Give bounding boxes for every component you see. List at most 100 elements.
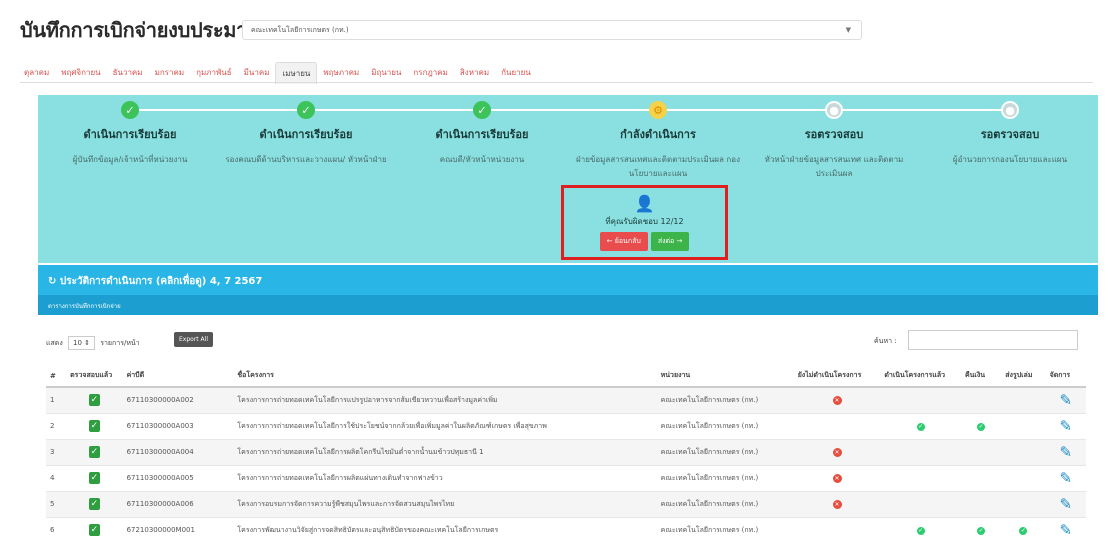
refund-cell <box>960 490 1002 517</box>
column-header[interactable]: คืนเงิน <box>960 365 1002 388</box>
report-cell: ✓ <box>1001 516 1046 543</box>
project-code: 67110300000A004 <box>122 438 234 465</box>
manage-cell[interactable]: ✎ <box>1045 490 1086 517</box>
department-select[interactable]: คณะเทคโนโลยีการเกษตร (กท.) ▼ <box>242 20 862 40</box>
tab-month[interactable]: กันยายน <box>495 62 537 84</box>
step-description: คณบดี/หัวหน้าหน่วยงาน <box>439 155 525 164</box>
tab-month[interactable]: มิถุนายน <box>365 62 407 84</box>
times-circle-icon: ✕ <box>832 499 842 509</box>
tab-month[interactable]: เมษายน <box>275 62 318 84</box>
tab-month[interactable]: สิงหาคม <box>454 62 495 84</box>
edit-icon[interactable]: ✎ <box>1060 521 1073 539</box>
verified-check-icon: ✓ <box>88 472 100 484</box>
show-label: แสดง <box>46 339 63 347</box>
table-row: 3 ✓ 67110300000A004 โครงการการถ่ายทอดเทคโนโ… <box>46 438 1086 465</box>
step-title: ดำเนินการเรียบร้อย <box>435 128 529 141</box>
not-started-cell: ✕ <box>793 490 881 517</box>
assignment-text: ที่คุณรับผิดชอบ 12/12 <box>605 217 684 226</box>
workflow-step: ● รอตรวจสอบ ผู้อำนวยการกองนโยบายและแผน <box>922 101 1098 167</box>
tab-month[interactable]: กุมภาพันธ์ <box>190 62 238 84</box>
done-cell <box>880 464 961 491</box>
title-row: บันทึกการเบิกจ่ายงบประมาณ <box>20 14 266 46</box>
history-icon: ↻ <box>48 276 57 287</box>
column-header[interactable]: หน่วยงาน <box>656 365 794 388</box>
column-header[interactable]: ค่าบีดี <box>122 365 234 388</box>
done-cell: ✓ <box>880 516 961 543</box>
next-button[interactable]: ส่งต่อ → <box>650 232 690 251</box>
tab-month[interactable]: พฤศจิกายน <box>55 62 106 84</box>
page-size-select[interactable]: 10 ⇕ <box>67 336 95 350</box>
column-header[interactable]: ชื่อโครงการ <box>233 365 657 388</box>
check-circle-icon: ✓ <box>473 101 491 119</box>
times-circle-icon: ✕ <box>832 395 842 405</box>
manage-cell[interactable]: ✎ <box>1045 516 1086 543</box>
check-circle-icon: ✓ <box>977 526 986 535</box>
table-row: 5 ✓ 67110300000A006 โครงการอบรมการจัดการควา… <box>46 490 1086 517</box>
history-title: ประวัติการดำเนินการ (คลิกเพื่อดู) 4, 7 2… <box>59 276 263 287</box>
column-header[interactable]: # <box>46 365 67 388</box>
unit-name: คณะเทคโนโลยีการเกษตร (กท.) <box>656 516 794 543</box>
history-bar[interactable]: ↻ ประวัติการดำเนินการ (คลิกเพื่อดู) 4, 7… <box>38 265 1098 295</box>
pending-icon: ● <box>825 101 843 119</box>
manage-cell[interactable]: ✎ <box>1045 412 1086 439</box>
verified-cell: ✓ <box>66 490 123 517</box>
edit-icon[interactable]: ✎ <box>1060 495 1073 513</box>
column-header[interactable]: ส่งรูปเล่ม <box>1001 365 1046 388</box>
page-size-control: แสดง 10 ⇕ รายการ/หน้า <box>46 336 140 350</box>
tab-month[interactable]: ตุลาคม <box>18 62 55 84</box>
check-circle-icon: ✓ <box>977 422 986 431</box>
column-header[interactable]: จัดการ <box>1045 365 1086 388</box>
edit-icon[interactable]: ✎ <box>1060 417 1073 435</box>
workflow-step: ⚙ กำลังดำเนินการ ฝ่ายข้อมูลสารสนเทศและติดต… <box>570 101 746 181</box>
manage-cell[interactable]: ✎ <box>1045 386 1086 413</box>
page-title: บันทึกการเบิกจ่ายงบประมาณ <box>20 18 266 42</box>
project-name: โครงการพัฒนางานวิจัยสู่การจดสิทธิบัตรและ… <box>233 516 657 543</box>
table-row: 4 ✓ 67110300000A005 โครงการการถ่ายทอดเทคโนโ… <box>46 464 1086 491</box>
divider <box>20 82 1093 83</box>
assignment-buttons: ← ย้อนกลับ ส่งต่อ → <box>564 232 725 251</box>
table-body: 1 ✓ 67110300000A002 โครงการการถ่ายทอดเทคโนโ… <box>46 386 1086 543</box>
tab-month[interactable]: มกราคม <box>149 62 191 84</box>
edit-icon[interactable]: ✎ <box>1060 391 1073 409</box>
department-select-value: คณะเทคโนโลยีการเกษตร (กท.) <box>251 26 349 34</box>
verified-cell: ✓ <box>66 386 123 413</box>
column-header[interactable]: ดำเนินโครงการแล้ว <box>880 365 961 388</box>
assignment-box: 👤 ที่คุณรับผิดชอบ 12/12 ← ย้อนกลับ ส่งต่… <box>561 185 728 260</box>
search-input[interactable] <box>908 330 1078 350</box>
report-cell <box>1001 386 1046 413</box>
edit-icon[interactable]: ✎ <box>1060 443 1073 461</box>
project-code: 67210300000M001 <box>122 516 234 543</box>
times-circle-icon: ✕ <box>832 473 842 483</box>
back-button[interactable]: ← ย้อนกลับ <box>599 232 648 251</box>
not-started-cell: ✕ <box>793 438 881 465</box>
tab-month[interactable]: ธันวาคม <box>107 62 149 84</box>
project-name: โครงการการถ่ายทอดเทคโนโลยีการผลิตแผ่นทาง… <box>233 464 657 491</box>
tab-month[interactable]: กรกฎาคม <box>407 62 453 84</box>
project-name: โครงการอบรมการจัดการความรู้พืชสมุนไพรและ… <box>233 490 657 517</box>
not-started-cell <box>793 412 881 439</box>
table-row: 6 ✓ 67210300000M001 โครงการพัฒนางานวิจัยสู่… <box>46 516 1086 543</box>
row-number: 2 <box>46 412 67 439</box>
check-circle-icon: ✓ <box>121 101 139 119</box>
done-cell <box>880 438 961 465</box>
check-circle-icon: ✓ <box>916 526 925 535</box>
step-title: รอตรวจสอบ <box>804 128 864 141</box>
column-header[interactable]: ยังไม่ดำเนินโครงการ <box>793 365 881 388</box>
manage-cell[interactable]: ✎ <box>1045 438 1086 465</box>
step-title: ดำเนินการเรียบร้อย <box>259 128 353 141</box>
project-code: 67110300000A002 <box>122 386 234 413</box>
column-header[interactable]: ตรวจสอบแล้ว <box>66 365 123 388</box>
tab-month[interactable]: พฤษภาคม <box>317 62 365 84</box>
workflow-step: ✓ ดำเนินการเรียบร้อย รองคณบดีด้านบริหารและ… <box>218 101 394 167</box>
per-page-label: รายการ/หน้า <box>100 339 140 347</box>
export-all-button[interactable]: Export All <box>174 332 213 347</box>
report-cell <box>1001 490 1046 517</box>
manage-cell[interactable]: ✎ <box>1045 464 1086 491</box>
row-number: 5 <box>46 490 67 517</box>
step-description: ฝ่ายข้อมูลสารสนเทศและติดตามประเมินผล กอง… <box>576 155 740 178</box>
done-cell: ✓ <box>880 412 961 439</box>
month-tabs: ตุลาคม พฤศจิกายน ธันวาคม มกราคม กุมภาพันธ์ มี… <box>18 62 537 84</box>
row-number: 4 <box>46 464 67 491</box>
edit-icon[interactable]: ✎ <box>1060 469 1073 487</box>
tab-month[interactable]: มีนาคม <box>238 62 276 84</box>
